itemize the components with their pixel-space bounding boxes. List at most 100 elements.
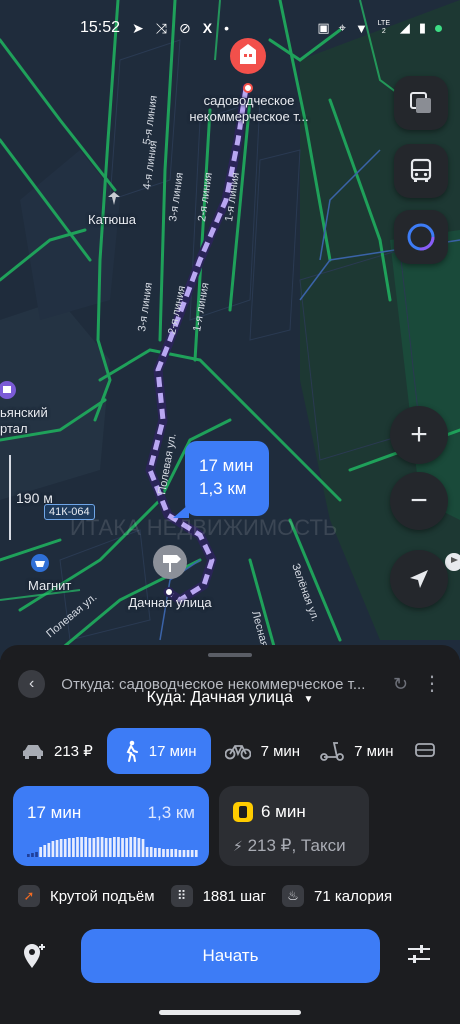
elevation-bar — [80, 837, 83, 857]
street-label: Зелёная ул. — [289, 562, 321, 623]
elevation-bar — [162, 849, 165, 857]
flame-icon: ♨ — [281, 885, 304, 907]
zoom-out-button[interactable]: − — [390, 472, 448, 530]
street-label: 3-я линия — [136, 282, 155, 333]
mode-more[interactable] — [408, 728, 450, 774]
road-badge: 41К-064 — [44, 504, 95, 520]
street-label: 4-я линия — [141, 140, 160, 191]
elevation-bar — [31, 853, 34, 857]
elevation-bar — [137, 838, 141, 857]
signal-icon: ◢ — [399, 20, 410, 35]
taxi-card[interactable]: 6 мин ⚡ 213 ₽, Такси — [219, 786, 369, 866]
stat-steps: ⠿ 1881 шаг — [170, 885, 266, 907]
dropdown-arrow-icon: ▼ — [303, 694, 314, 705]
elevation-bar — [121, 838, 124, 857]
home-indicator[interactable] — [159, 1010, 301, 1015]
bike-icon — [224, 745, 251, 760]
elevation-bar — [51, 841, 55, 857]
elevation-bar — [113, 837, 116, 857]
bus-icon — [410, 158, 432, 182]
elevation-bar — [194, 850, 198, 857]
start-button[interactable]: Начать — [81, 929, 380, 983]
elevation-bar — [174, 849, 178, 857]
elevation-bar — [125, 838, 128, 857]
route-sheet: ‹ Откуда: садоводческое некоммерческое т… — [0, 645, 460, 1024]
street-label: Полевая ул. — [44, 591, 99, 640]
mode-car-label: 213 ₽ — [54, 743, 93, 760]
mode-walk[interactable]: 17 мин — [106, 728, 211, 774]
sliders-icon — [408, 945, 430, 963]
sheet-handle[interactable] — [208, 653, 252, 657]
layers-button[interactable] — [394, 76, 448, 130]
steep-climb-icon: ➚ — [18, 885, 40, 907]
stat-steep-climb: ➚ Крутой подъём — [18, 885, 155, 907]
start-label: Дачная улица — [128, 595, 212, 610]
alice-button[interactable] — [394, 210, 448, 264]
bubble-distance: 1,3 км — [199, 479, 247, 498]
privacy-dot-icon — [435, 24, 442, 32]
status-bar: 15:52 ➤ ⤨ ⊘ X • ▣ ⌖ ▼ LTE 2 ◢ ▮ — [0, 0, 460, 56]
yandex-taxi-icon — [233, 802, 253, 822]
elevation-bar — [145, 847, 149, 857]
alice-icon — [407, 223, 435, 251]
location-icon: ⌖ — [338, 20, 346, 35]
elevation-bar — [117, 837, 120, 857]
walk-route-card[interactable]: 17 мин 1,3 км — [13, 786, 209, 866]
mode-bike[interactable]: 7 мин — [219, 728, 315, 774]
elevation-bar — [63, 839, 67, 857]
minus-icon: − — [410, 484, 428, 517]
elevation-bar — [158, 848, 161, 857]
poi-magnit-icon[interactable] — [31, 554, 49, 572]
mode-car[interactable]: 213 ₽ — [16, 728, 107, 774]
elevation-bar — [67, 838, 71, 857]
street-label: Лесная — [249, 610, 270, 649]
transport-modes: 213 ₽ 17 мин 7 мин 7 мин — [16, 728, 460, 774]
mode-scooter[interactable]: 7 мин — [314, 728, 408, 774]
elevation-bar — [170, 849, 174, 857]
x-icon: X — [202, 20, 213, 36]
map[interactable]: 5-я линия 4-я линия 3-я линия 2-я линия … — [0, 0, 460, 660]
elevation-bar — [190, 850, 194, 857]
wifi-icon: ▼ — [354, 20, 368, 36]
elevation-bar — [27, 854, 30, 857]
elevation-bar — [72, 838, 75, 857]
stat-steps-label: 1881 шаг — [202, 887, 266, 905]
start-pin-icon[interactable] — [153, 545, 187, 597]
layers-icon — [410, 92, 431, 113]
elevation-bar — [55, 840, 59, 857]
walk-card-distance: 1,3 км — [147, 803, 195, 822]
elevation-bar — [43, 845, 47, 857]
route-settings-button[interactable] — [406, 943, 436, 969]
taxi-card-price: ⚡ 213 ₽, Такси — [233, 836, 346, 856]
signal-lte2-icon: LTE 2 — [377, 20, 390, 35]
my-location-button[interactable] — [390, 550, 448, 608]
link-icon: ⊘ — [178, 19, 191, 36]
elevation-bar — [100, 837, 104, 857]
stat-calories: ♨ 71 калория — [281, 885, 392, 907]
elevation-bar — [182, 850, 186, 857]
zoom-in-button[interactable]: + — [390, 406, 448, 464]
elevation-bar — [149, 847, 153, 857]
route-stats: ➚ Крутой подъём ⠿ 1881 шаг ♨ 71 калория — [18, 883, 460, 909]
stat-steep-climb-label: Крутой подъём — [50, 887, 155, 905]
map-watermark: ИТАКА НЕДВИЖИМОСТЬ — [70, 515, 337, 540]
elevation-bar — [92, 838, 96, 857]
nfc-icon: ▣ — [317, 20, 330, 35]
footsteps-icon: ⠿ — [170, 885, 193, 907]
add-waypoint-button[interactable] — [22, 942, 52, 972]
more-icon[interactable]: ⋮ — [422, 674, 442, 694]
plus-icon: + — [410, 418, 428, 451]
lightning-icon: ⚡ — [233, 838, 243, 854]
elevation-bar — [129, 837, 133, 857]
elevation-bar — [141, 839, 145, 857]
add-pin-icon — [24, 944, 45, 968]
elevation-bar — [166, 849, 169, 857]
route-time-bubble[interactable]: 17 мин 1,3 км — [173, 441, 269, 518]
elevation-bar — [104, 838, 108, 857]
to-field[interactable]: Куда: Дачная улица ▼ — [0, 689, 460, 707]
elevation-bar — [76, 837, 79, 857]
transport-button[interactable] — [394, 144, 448, 198]
elevation-profile — [27, 837, 198, 857]
poi-partial-label: ьянский ртал — [0, 405, 48, 436]
dot-icon: • — [224, 20, 229, 36]
